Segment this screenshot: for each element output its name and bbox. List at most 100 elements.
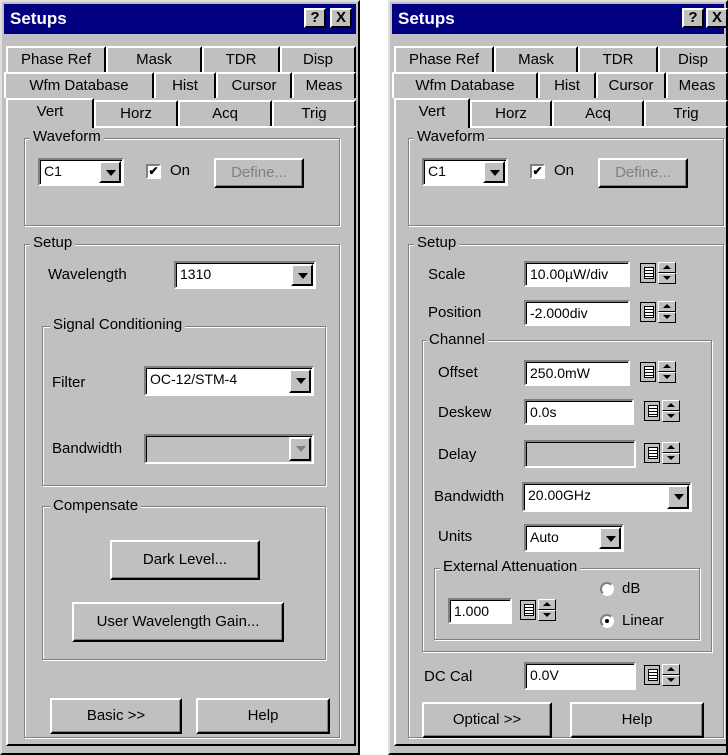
- waveform-channel-select[interactable]: C1: [38, 158, 124, 186]
- external-attenuation-field[interactable]: 1.000: [448, 598, 512, 624]
- wavelength-select[interactable]: 1310: [174, 261, 316, 289]
- scale-field[interactable]: 10.00µW/div: [524, 261, 630, 287]
- chevron-down-icon[interactable]: [99, 161, 121, 183]
- bandwidth-select[interactable]: 20.00GHz: [522, 482, 692, 512]
- delay-label: Delay: [438, 446, 477, 463]
- tab-horz[interactable]: Horz: [470, 100, 552, 126]
- tab-vert[interactable]: Vert: [394, 98, 470, 128]
- offset-field[interactable]: 250.0mW: [524, 360, 630, 386]
- filter-select[interactable]: OC-12/STM-4: [144, 366, 314, 396]
- channel-group-label: Channel: [426, 331, 488, 349]
- spin-down-icon[interactable]: [658, 273, 676, 284]
- tab-trig[interactable]: Trig: [644, 100, 728, 126]
- waveform-on-label: On: [554, 162, 575, 179]
- tab-disp[interactable]: Disp: [280, 46, 356, 72]
- basic-button[interactable]: Basic >>: [50, 698, 182, 734]
- linear-radio[interactable]: [600, 614, 614, 628]
- keypad-icon[interactable]: [520, 600, 536, 620]
- channel-value: C1: [44, 163, 62, 179]
- deskew-spinner[interactable]: [644, 400, 682, 424]
- close-button[interactable]: X: [330, 8, 352, 28]
- tab-hist[interactable]: Hist: [154, 72, 216, 98]
- chevron-down-icon[interactable]: [667, 485, 689, 509]
- tab-meas[interactable]: Meas: [666, 72, 728, 98]
- waveform-on-checkbox[interactable]: ✔: [530, 164, 545, 179]
- waveform-channel-select[interactable]: C1: [422, 158, 508, 186]
- title-bar[interactable]: Setups ? X: [392, 4, 728, 34]
- tab-panel: Waveform C1 ✔ On Define... Setup Scale 1…: [394, 126, 728, 746]
- db-radio[interactable]: [600, 582, 614, 596]
- tab-wfm-database[interactable]: Wfm Database: [4, 72, 154, 98]
- chevron-down-icon[interactable]: [289, 369, 311, 393]
- help-button[interactable]: ?: [682, 8, 704, 28]
- bandwidth-select[interactable]: [144, 434, 314, 464]
- offset-spinner[interactable]: [640, 361, 678, 385]
- help-footer-button[interactable]: Help: [570, 702, 704, 738]
- spin-down-icon[interactable]: [662, 675, 680, 686]
- dc-cal-field[interactable]: 0.0V: [524, 662, 636, 690]
- tab-vert[interactable]: Vert: [6, 98, 94, 128]
- title-bar[interactable]: Setups ? X: [4, 4, 356, 34]
- tab-horz[interactable]: Horz: [94, 100, 178, 126]
- tab-cursor[interactable]: Cursor: [216, 72, 292, 98]
- tab-trig[interactable]: Trig: [272, 100, 356, 126]
- keypad-icon[interactable]: [644, 401, 660, 421]
- spin-up-icon[interactable]: [658, 361, 676, 372]
- tab-meas[interactable]: Meas: [292, 72, 356, 98]
- tab-acq[interactable]: Acq: [178, 100, 272, 126]
- window-title: Setups: [10, 9, 67, 28]
- tab-cursor[interactable]: Cursor: [596, 72, 666, 98]
- chevron-down-icon[interactable]: [599, 527, 621, 549]
- dark-level-button[interactable]: Dark Level...: [110, 540, 260, 580]
- define-button[interactable]: Define...: [214, 158, 304, 188]
- keypad-icon[interactable]: [644, 665, 660, 685]
- chevron-down-icon[interactable]: [289, 437, 311, 461]
- tab-mask[interactable]: Mask: [494, 46, 578, 72]
- chevron-down-icon[interactable]: [483, 161, 505, 183]
- deskew-field[interactable]: 0.0s: [524, 399, 634, 425]
- tab-panel: Waveform C1 ✔ On Define... Setup Wavelen…: [6, 126, 356, 746]
- external-attenuation-spinner[interactable]: [520, 599, 558, 623]
- help-button[interactable]: ?: [304, 8, 326, 28]
- tab-hist[interactable]: Hist: [538, 72, 596, 98]
- spin-up-icon[interactable]: [662, 664, 680, 675]
- close-button[interactable]: X: [706, 8, 728, 28]
- spin-up-icon[interactable]: [658, 262, 676, 273]
- keypad-icon[interactable]: [644, 443, 660, 463]
- delay-spinner[interactable]: [644, 442, 682, 466]
- tab-tdr[interactable]: TDR: [578, 46, 658, 72]
- tab-tdr[interactable]: TDR: [202, 46, 280, 72]
- spin-down-icon[interactable]: [538, 610, 556, 621]
- keypad-icon[interactable]: [640, 263, 656, 283]
- position-spinner[interactable]: [640, 301, 678, 325]
- spin-down-icon[interactable]: [662, 453, 680, 464]
- waveform-on-label: On: [170, 162, 191, 179]
- scale-spinner[interactable]: [640, 262, 678, 286]
- spin-up-icon[interactable]: [662, 400, 680, 411]
- spin-down-icon[interactable]: [662, 411, 680, 422]
- tab-acq[interactable]: Acq: [552, 100, 644, 126]
- define-button[interactable]: Define...: [598, 158, 688, 188]
- keypad-icon[interactable]: [640, 362, 656, 382]
- tab-mask[interactable]: Mask: [106, 46, 202, 72]
- tab-wfm-database[interactable]: Wfm Database: [392, 72, 538, 98]
- spin-down-icon[interactable]: [658, 312, 676, 323]
- dc-cal-spinner[interactable]: [644, 664, 682, 688]
- user-wavelength-gain-button[interactable]: User Wavelength Gain...: [72, 602, 284, 642]
- help-footer-button[interactable]: Help: [196, 698, 330, 734]
- spin-up-icon[interactable]: [538, 599, 556, 610]
- waveform-on-checkbox[interactable]: ✔: [146, 164, 161, 179]
- tab-phase-ref[interactable]: Phase Ref: [6, 46, 106, 72]
- bandwidth-value: 20.00GHz: [528, 487, 592, 503]
- chevron-down-icon[interactable]: [291, 264, 313, 286]
- spin-down-icon[interactable]: [658, 372, 676, 383]
- spin-up-icon[interactable]: [658, 301, 676, 312]
- units-select[interactable]: Auto: [524, 524, 624, 552]
- spin-up-icon[interactable]: [662, 442, 680, 453]
- tab-disp[interactable]: Disp: [658, 46, 728, 72]
- position-field[interactable]: -2.000div: [524, 300, 630, 326]
- keypad-icon[interactable]: [640, 302, 656, 322]
- optical-button[interactable]: Optical >>: [422, 702, 552, 738]
- delay-field[interactable]: [524, 440, 636, 468]
- tab-phase-ref[interactable]: Phase Ref: [394, 46, 494, 72]
